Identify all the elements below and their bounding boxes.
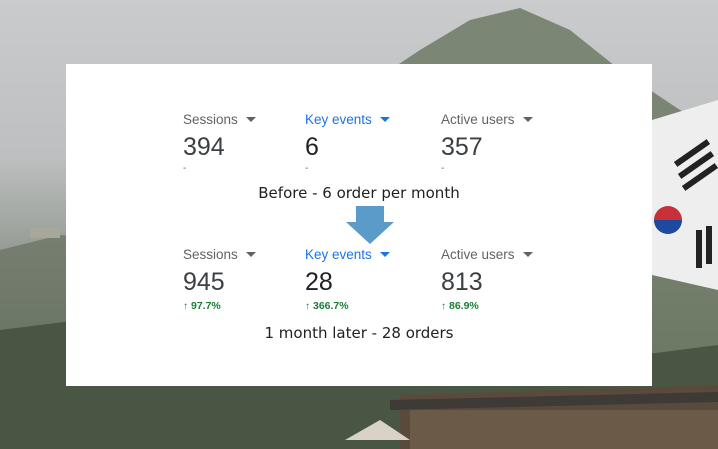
arrow-up-icon: ↑ <box>441 301 446 312</box>
key-events-value: 6 <box>305 133 319 161</box>
caret-down-icon[interactable] <box>379 252 390 257</box>
arrow-up-icon: ↑ <box>183 301 188 312</box>
sessions-comparison: - <box>183 163 187 174</box>
arrow-down-icon <box>346 206 394 244</box>
active-users-label[interactable]: Active users <box>441 245 533 263</box>
sessions-change: ↑ 97.7% <box>183 300 221 312</box>
key-events-change: ↑ 366.7% <box>305 300 349 312</box>
after-caption: 1 month later - 28 orders <box>264 324 454 342</box>
active-users-value: 813 <box>441 268 483 296</box>
active-users-change: ↑ 86.9% <box>441 300 479 312</box>
before-caption: Before - 6 order per month <box>258 184 460 202</box>
active-users-value: 357 <box>441 133 483 161</box>
before-metrics-row: Sessions 394 - Key events 6 - Active use… <box>66 110 652 180</box>
key-events-label[interactable]: Key events <box>305 110 390 128</box>
caret-down-icon[interactable] <box>379 117 390 122</box>
caret-down-icon[interactable] <box>522 117 533 122</box>
caret-down-icon[interactable] <box>522 252 533 257</box>
arrow-up-icon: ↑ <box>305 301 310 312</box>
key-events-value: 28 <box>305 268 333 296</box>
sessions-label[interactable]: Sessions <box>183 245 256 263</box>
caret-down-icon[interactable] <box>245 117 256 122</box>
key-events-label[interactable]: Key events <box>305 245 390 263</box>
caret-down-icon[interactable] <box>245 252 256 257</box>
analytics-comparison-card: Sessions 394 - Key events 6 - Active use… <box>66 64 652 386</box>
active-users-label[interactable]: Active users <box>441 110 533 128</box>
before-active-users-metric[interactable]: Active users 357 - <box>441 110 533 176</box>
after-key-events-metric[interactable]: Key events 28 ↑ 366.7% <box>305 245 390 313</box>
after-metrics-row: Sessions 945 ↑ 97.7% Key events 28 ↑ 366.7… <box>66 245 652 315</box>
sessions-value: 945 <box>183 268 225 296</box>
before-key-events-metric[interactable]: Key events 6 - <box>305 110 390 176</box>
after-active-users-metric[interactable]: Active users 813 ↑ 86.9% <box>441 245 533 313</box>
after-sessions-metric[interactable]: Sessions 945 ↑ 97.7% <box>183 245 256 313</box>
active-users-comparison: - <box>441 163 445 174</box>
key-events-comparison: - <box>305 163 309 174</box>
before-sessions-metric[interactable]: Sessions 394 - <box>183 110 256 176</box>
sessions-value: 394 <box>183 133 225 161</box>
sessions-label[interactable]: Sessions <box>183 110 256 128</box>
